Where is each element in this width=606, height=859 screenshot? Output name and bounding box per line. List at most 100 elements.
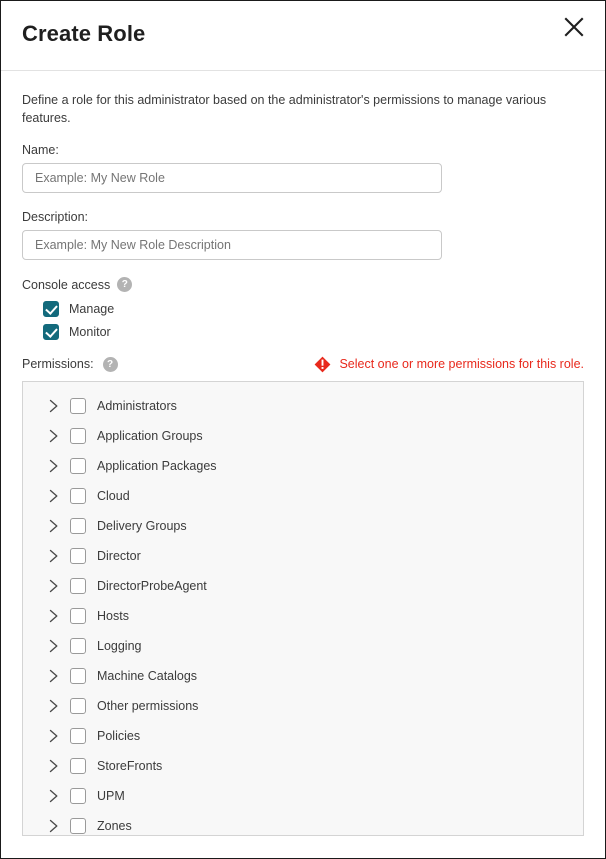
permission-row[interactable]: Administrators — [23, 391, 583, 421]
permission-checkbox[interactable] — [70, 398, 86, 414]
chevron-right-icon[interactable] — [45, 787, 63, 805]
permission-checkbox[interactable] — [70, 668, 86, 684]
description-label: Description: — [22, 210, 584, 224]
description-field-block: Description: — [22, 210, 584, 260]
console-access-header: Console access ? — [22, 277, 584, 292]
checkbox-box — [70, 428, 86, 444]
checkbox-box — [70, 488, 86, 504]
checkbox-box — [70, 638, 86, 654]
permission-label: Director — [97, 549, 141, 563]
permission-label: Administrators — [97, 399, 177, 413]
chevron-right-icon[interactable] — [45, 427, 63, 445]
permission-row[interactable]: Zones — [23, 811, 583, 836]
permission-row[interactable]: Application Packages — [23, 451, 583, 481]
close-button[interactable] — [559, 12, 589, 42]
permission-row[interactable]: StoreFronts — [23, 751, 583, 781]
permissions-list[interactable]: Administrators Application Groups Applicat… — [22, 381, 584, 836]
permission-label: StoreFronts — [97, 759, 162, 773]
chevron-right-icon[interactable] — [45, 517, 63, 535]
permission-checkbox[interactable] — [70, 728, 86, 744]
permission-checkbox[interactable] — [70, 578, 86, 594]
description-input[interactable] — [22, 230, 442, 260]
checkbox-manage[interactable] — [43, 301, 59, 317]
checkbox-box — [70, 818, 86, 834]
permission-label: DirectorProbeAgent — [97, 579, 207, 593]
chevron-right-icon[interactable] — [45, 757, 63, 775]
chevron-right-icon[interactable] — [45, 457, 63, 475]
checkbox-box — [70, 698, 86, 714]
permissions-label: Permissions: — [22, 357, 94, 371]
permission-row[interactable]: Application Groups — [23, 421, 583, 451]
permission-row[interactable]: Hosts — [23, 601, 583, 631]
checkbox-box — [70, 548, 86, 564]
error-message: Select one or more permissions for this … — [339, 357, 584, 371]
chevron-right-icon[interactable] — [45, 817, 63, 835]
permission-label: Hosts — [97, 609, 129, 623]
checkbox-box — [70, 518, 86, 534]
permission-row[interactable]: Director — [23, 541, 583, 571]
chevron-right-icon[interactable] — [45, 487, 63, 505]
console-access-option-manage[interactable]: Manage — [43, 301, 584, 317]
checkbox-box — [70, 458, 86, 474]
permission-checkbox[interactable] — [70, 608, 86, 624]
permission-row[interactable]: Cloud — [23, 481, 583, 511]
name-label: Name: — [22, 143, 584, 157]
checkbox-box — [70, 608, 86, 624]
permission-label: Machine Catalogs — [97, 669, 197, 683]
chevron-right-icon[interactable] — [45, 547, 63, 565]
help-icon[interactable]: ? — [103, 357, 118, 372]
permission-row[interactable]: Other permissions — [23, 691, 583, 721]
permission-row[interactable]: UPM — [23, 781, 583, 811]
chevron-right-icon[interactable] — [45, 577, 63, 595]
checkbox-monitor[interactable] — [43, 324, 59, 340]
checkbox-box — [70, 668, 86, 684]
dialog-body: Define a role for this administrator bas… — [1, 71, 605, 836]
permission-checkbox[interactable] — [70, 698, 86, 714]
intro-text: Define a role for this administrator bas… — [22, 91, 562, 127]
permission-row[interactable]: Delivery Groups — [23, 511, 583, 541]
chevron-right-icon[interactable] — [45, 637, 63, 655]
console-access-option-monitor[interactable]: Monitor — [43, 324, 584, 340]
console-access-option-label: Manage — [69, 302, 114, 316]
permission-label: Application Groups — [97, 429, 203, 443]
permission-checkbox[interactable] — [70, 428, 86, 444]
permission-label: Logging — [97, 639, 142, 653]
name-field-block: Name: — [22, 143, 584, 193]
permission-label: Zones — [97, 819, 132, 833]
permission-checkbox[interactable] — [70, 458, 86, 474]
name-input[interactable] — [22, 163, 442, 193]
chevron-right-icon[interactable] — [45, 727, 63, 745]
permission-label: Application Packages — [97, 459, 217, 473]
console-access-label: Console access — [22, 278, 110, 292]
checkbox-box — [70, 578, 86, 594]
permission-row[interactable]: Policies — [23, 721, 583, 751]
permissions-error: Select one or more permissions for this … — [314, 356, 584, 373]
permission-row[interactable]: Logging — [23, 631, 583, 661]
dialog-header: Create Role — [1, 1, 605, 71]
permission-checkbox[interactable] — [70, 548, 86, 564]
checkbox-box — [70, 788, 86, 804]
permission-label: Cloud — [97, 489, 130, 503]
permission-label: Policies — [97, 729, 140, 743]
permission-row[interactable]: Machine Catalogs — [23, 661, 583, 691]
chevron-right-icon[interactable] — [45, 607, 63, 625]
checkbox-box — [70, 398, 86, 414]
help-icon[interactable]: ? — [117, 277, 132, 292]
chevron-right-icon[interactable] — [45, 697, 63, 715]
error-icon — [314, 356, 331, 373]
checkbox-box — [70, 728, 86, 744]
permission-label: UPM — [97, 789, 125, 803]
permission-checkbox[interactable] — [70, 758, 86, 774]
chevron-right-icon[interactable] — [45, 397, 63, 415]
permission-checkbox[interactable] — [70, 788, 86, 804]
chevron-right-icon[interactable] — [45, 667, 63, 685]
permission-checkbox[interactable] — [70, 818, 86, 834]
permission-row[interactable]: DirectorProbeAgent — [23, 571, 583, 601]
permission-checkbox[interactable] — [70, 488, 86, 504]
close-icon — [563, 16, 585, 38]
page-title: Create Role — [22, 23, 145, 49]
permission-label: Other permissions — [97, 699, 198, 713]
permission-checkbox[interactable] — [70, 518, 86, 534]
permission-checkbox[interactable] — [70, 638, 86, 654]
create-role-dialog: Create Role Define a role for this admin… — [0, 0, 606, 859]
